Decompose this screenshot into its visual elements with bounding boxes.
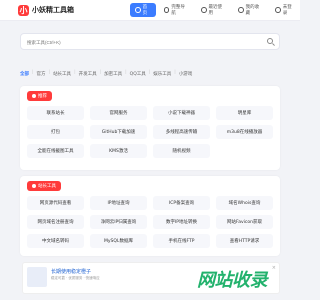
nav-home-label: 首页 — [142, 5, 148, 16]
category-official[interactable]: 官方 — [37, 70, 46, 78]
ad-brand-logo: 网站收录 — [197, 270, 268, 291]
tool-tile[interactable]: MySQL数据库 — [90, 234, 147, 248]
divider: | — [174, 70, 176, 75]
nav-favorites[interactable]: 我的收藏 — [233, 3, 267, 17]
site-logo[interactable]: 小 小妖精工具箱 — [18, 4, 74, 16]
tool-tile[interactable]: 官网服务 — [90, 106, 147, 120]
category-qq[interactable]: QQ工具 — [130, 70, 146, 78]
badge-icon — [32, 94, 36, 98]
site-title: 小妖精工具箱 — [32, 6, 74, 14]
badge-icon — [32, 184, 36, 188]
nav-favorites-label: 我的收藏 — [245, 5, 260, 16]
divider: | — [125, 70, 127, 75]
user-icon — [275, 7, 281, 13]
category-games[interactable]: 小游戏 — [179, 70, 193, 78]
compass-icon — [163, 7, 170, 13]
star-icon — [237, 7, 244, 13]
category-webmaster[interactable]: 站长工具 — [53, 70, 71, 78]
tool-tile[interactable]: 数字IP地址转换 — [153, 215, 210, 229]
tool-tile[interactable]: 查看HTTP请求 — [216, 234, 273, 248]
logo-icon: 小 — [18, 4, 29, 16]
tool-tile[interactable]: IP地址查询 — [90, 196, 147, 210]
tool-tile[interactable]: 中文域名转码 — [27, 234, 84, 248]
tool-tile[interactable]: 打包 — [27, 125, 84, 139]
tool-tile[interactable]: 网站Favicon获取 — [216, 215, 273, 229]
divider: | — [74, 70, 76, 75]
section-badge: 推荐 — [27, 91, 52, 101]
nav-all-tools-label: 完整导航 — [171, 5, 185, 16]
tool-tile[interactable]: GitHub下载加速 — [90, 125, 147, 139]
tool-grid: 网页源代码查看 IP地址查询 ICP备案查询 域名Whois查询 网页域名注册查… — [27, 196, 273, 248]
tool-tile[interactable]: 净网云IP归属查询 — [90, 215, 147, 229]
nav-all-tools[interactable]: 完整导航 — [159, 3, 193, 17]
tool-tile[interactable]: 多线程高速传输 — [153, 125, 210, 139]
ad-title: 长期使用稳定橙子 — [51, 269, 92, 275]
divider: | — [99, 70, 102, 75]
home-icon — [135, 7, 141, 13]
section-badge-label: 站长工具 — [38, 184, 56, 189]
section-badge-label: 推荐 — [38, 94, 47, 99]
nav-login[interactable]: 未登录 — [270, 3, 300, 17]
search-box — [20, 33, 280, 50]
divider: | — [32, 70, 34, 75]
category-encrypt[interactable]: 加密工具 — [104, 70, 122, 78]
category-dev[interactable]: 开发工具 — [79, 70, 97, 78]
nav-recent-label: 最近使用 — [208, 5, 223, 16]
category-all[interactable]: 全部 — [20, 70, 29, 78]
divider: | — [148, 70, 151, 75]
close-icon[interactable]: × — [272, 265, 276, 271]
ad-subtitle: 稳定可靠 · 优质服务 · 快速响应 — [51, 276, 100, 280]
tool-tile[interactable]: 随机视频 — [153, 144, 210, 158]
section-badge: 站长工具 — [27, 181, 61, 191]
category-fun[interactable]: 娱乐工具 — [153, 70, 171, 78]
search-input[interactable] — [27, 37, 247, 47]
tool-tile[interactable]: KMS激活 — [90, 144, 147, 158]
ad-thumbnail — [27, 267, 47, 287]
top-navbar: 小 小妖精工具箱 首页 完整导航 最近使用 我的收藏 未登录 — [0, 0, 300, 21]
tool-tile[interactable]: 网页域名注册查询 — [27, 215, 84, 229]
category-filter: 全部 | 官方 | 站长工具 | 开发工具 | 加密工具 | QQ工具 | 娱乐… — [20, 70, 192, 78]
clock-icon — [200, 7, 207, 13]
ad-banner[interactable]: 长期使用稳定橙子 稳定可靠 · 优质服务 · 快速响应 网站收录 × — [22, 262, 280, 294]
tool-grid: 联系站长 官网服务 小说下载神器 明星库 打包 GitHub下载加速 多线程高速… — [27, 106, 273, 158]
tool-tile[interactable]: 域名Whois查询 — [216, 196, 273, 210]
section-recommended: 推荐 联系站长 官网服务 小说下载神器 明星库 打包 GitHub下载加速 多线… — [20, 86, 280, 170]
tool-tile[interactable]: m3u8在线播放器 — [216, 125, 273, 139]
tool-tile[interactable]: 小说下载神器 — [153, 106, 210, 120]
tool-tile[interactable]: 手机在线FTP — [153, 234, 210, 248]
nav-login-label: 未登录 — [282, 5, 292, 16]
search-icon[interactable] — [267, 38, 273, 44]
divider: | — [48, 70, 51, 75]
tool-tile[interactable]: 联系站长 — [27, 106, 84, 120]
nav-home[interactable]: 首页 — [130, 3, 156, 17]
main-nav: 首页 完整导航 最近使用 我的收藏 未登录 — [130, 3, 300, 17]
tool-tile[interactable]: 网页源代码查看 — [27, 196, 84, 210]
tool-tile[interactable]: 全能在线截图工具 — [27, 144, 84, 158]
tool-tile[interactable]: 明星库 — [216, 106, 273, 120]
section-webmaster-tools: 站长工具 网页源代码查看 IP地址查询 ICP备案查询 域名Whois查询 网页… — [20, 176, 280, 256]
tool-tile[interactable]: ICP备案查询 — [153, 196, 210, 210]
nav-recent[interactable]: 最近使用 — [196, 3, 230, 17]
